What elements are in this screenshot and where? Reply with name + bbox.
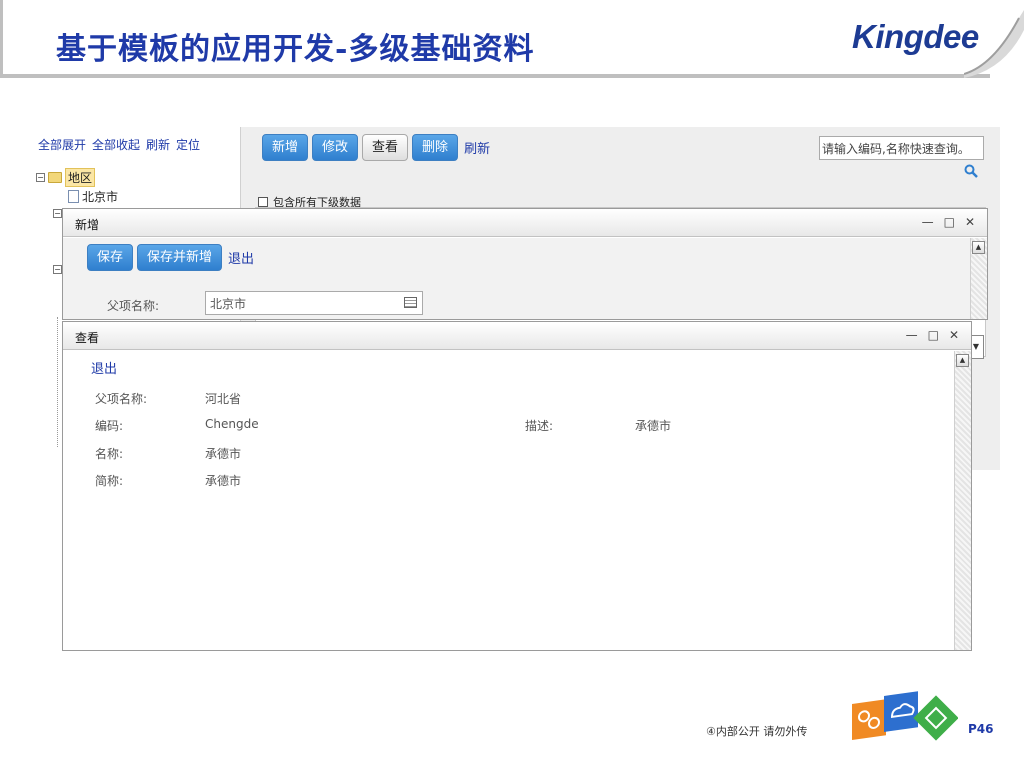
code-label: 编码: — [95, 419, 124, 433]
scroll-up-arrow[interactable]: ▲ — [956, 354, 969, 367]
dialog-header[interactable]: 查看 — □ ✕ — [63, 322, 971, 350]
view-dialog: 查看 — □ ✕ ▲ 退出 父项名称: 河北省 编码: Chengde 描述: … — [62, 321, 972, 651]
save-button[interactable]: 保存 — [87, 244, 134, 271]
tree-refresh-link[interactable]: 刷新 — [146, 136, 170, 153]
minimize-icon[interactable]: — — [922, 215, 934, 229]
tree-guide-line — [57, 317, 58, 447]
locate-link[interactable]: 定位 — [176, 136, 200, 153]
short-name-label: 简称: — [95, 474, 124, 488]
name-label: 名称: — [95, 447, 124, 461]
collapse-icon[interactable]: − — [53, 209, 62, 218]
scroll-up-arrow[interactable]: ▲ — [972, 241, 985, 254]
delete-button[interactable]: 删除 — [412, 134, 459, 161]
close-icon[interactable]: ✕ — [949, 328, 959, 342]
dialog-body — [63, 351, 971, 650]
expand-all-link[interactable]: 全部展开 — [38, 136, 86, 153]
name-value: 承德市 — [205, 447, 242, 461]
collapse-icon[interactable]: − — [53, 265, 62, 274]
collapse-all-link[interactable]: 全部收起 — [92, 136, 140, 153]
parent-name-value: 河北省 — [205, 392, 242, 406]
exit-link[interactable]: 退出 — [91, 358, 117, 377]
code-value: Chengde — [205, 417, 259, 431]
folder-icon — [48, 172, 62, 183]
kingdee-logo: Kingdee — [852, 18, 979, 55]
tree-node-label: 北京市 — [82, 190, 119, 204]
collapse-icon[interactable]: − — [36, 173, 45, 182]
vertical-scrollbar[interactable] — [954, 351, 971, 650]
footer-note: ④内部公开 请勿外传 — [706, 725, 808, 738]
cubes-logo-icon — [852, 691, 958, 741]
save-and-new-button[interactable]: 保存并新增 — [137, 244, 223, 271]
search-input[interactable]: 请输入编码,名称快速查询。 — [819, 136, 984, 160]
tree-node-collapsed[interactable]: − — [53, 265, 62, 274]
parent-name-label: 父项名称: — [95, 392, 148, 406]
maximize-icon[interactable]: □ — [928, 328, 939, 342]
new-button[interactable]: 新增 — [262, 134, 309, 161]
window-controls: — □ ✕ — [906, 328, 959, 342]
search-icon[interactable] — [964, 164, 978, 178]
page-curl-decoration — [964, 10, 1024, 78]
page-number: P46 — [968, 722, 994, 736]
dialog-title: 新增 — [75, 218, 100, 232]
document-icon — [68, 190, 79, 203]
tree-node-label: 地区 — [65, 168, 96, 187]
parent-name-value: 北京市 — [210, 297, 247, 311]
parent-name-field[interactable]: 北京市 — [205, 291, 423, 315]
lookup-icon[interactable] — [404, 297, 417, 308]
window-controls: — □ ✕ — [922, 215, 975, 229]
main-toolbar: 新增 修改 查看 删除 刷新 — [262, 134, 490, 161]
description-value: 承德市 — [635, 419, 672, 433]
maximize-icon[interactable]: □ — [944, 215, 955, 229]
header-divider — [0, 74, 990, 78]
tree-node-collapsed[interactable]: − — [53, 209, 62, 218]
refresh-link[interactable]: 刷新 — [464, 138, 490, 157]
slide-title: 基于模板的应用开发-多级基础资料 — [56, 32, 535, 67]
include-sub-checkbox[interactable] — [258, 197, 268, 207]
dialog-header[interactable]: 新增 — □ ✕ — [63, 209, 987, 237]
short-name-value: 承德市 — [205, 474, 242, 488]
parent-name-label: 父项名称: — [107, 299, 160, 313]
header-left-bar — [0, 0, 3, 78]
exit-link[interactable]: 退出 — [228, 248, 254, 267]
minimize-icon[interactable]: — — [906, 328, 918, 342]
new-dialog: 新增 — □ ✕ ▲ 保存 保存并新增 退出 父项名称: 北京市 — [62, 208, 988, 320]
view-button[interactable]: 查看 — [362, 134, 409, 161]
tree-actions: 全部展开 全部收起 刷新 定位 — [38, 136, 200, 153]
tree-node-region[interactable]: − 地区 — [36, 168, 96, 187]
tree-node-beijing[interactable]: 北京市 — [68, 188, 118, 205]
dialog-title: 查看 — [75, 331, 100, 345]
close-icon[interactable]: ✕ — [965, 215, 975, 229]
edit-button[interactable]: 修改 — [312, 134, 359, 161]
new-dialog-toolbar: 保存 保存并新增 退出 — [87, 244, 254, 271]
description-label: 描述: — [525, 419, 554, 433]
